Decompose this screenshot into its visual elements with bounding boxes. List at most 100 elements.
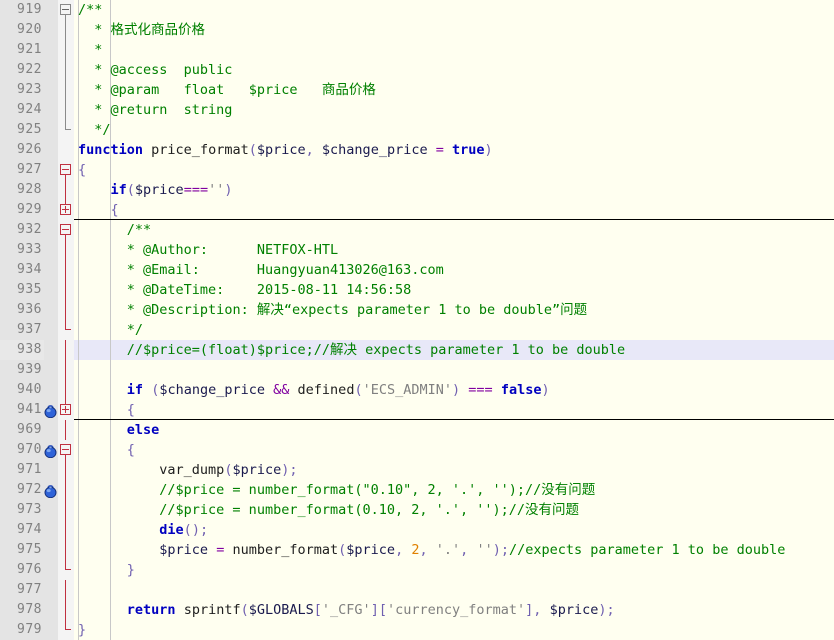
fold-gutter[interactable] <box>58 440 74 460</box>
fold-gutter[interactable] <box>58 380 74 400</box>
code-line[interactable]: 921 * <box>0 40 834 60</box>
code-line[interactable]: 937 */ <box>0 320 834 340</box>
code-text[interactable]: { <box>74 400 834 420</box>
fold-gutter[interactable] <box>58 200 74 220</box>
code-text[interactable]: var_dump($price); <box>74 460 834 480</box>
fold-gutter[interactable] <box>58 260 74 280</box>
bookmark-gutter[interactable] <box>44 160 58 180</box>
fold-gutter[interactable] <box>58 100 74 120</box>
code-text[interactable]: } <box>74 560 834 580</box>
bookmark-gutter[interactable] <box>44 260 58 280</box>
bookmark-gutter[interactable] <box>44 60 58 80</box>
code-line[interactable]: 973 //$price = number_format(0.10, 2, '.… <box>0 500 834 520</box>
code-line[interactable]: 979} <box>0 620 834 640</box>
bookmark-gutter[interactable] <box>44 620 58 640</box>
bookmark-gutter[interactable] <box>44 180 58 200</box>
bookmark-gutter[interactable] <box>44 40 58 60</box>
bookmark-gutter[interactable] <box>44 240 58 260</box>
code-line[interactable]: 934 * @Email: Huangyuan413026@163.com <box>0 260 834 280</box>
fold-gutter[interactable] <box>58 580 74 600</box>
fold-minus-icon[interactable] <box>60 444 71 455</box>
code-text[interactable]: { <box>74 440 834 460</box>
code-line[interactable]: 933 * @Author: NETFOX-HTL <box>0 240 834 260</box>
code-line[interactable]: 929 { <box>0 200 834 220</box>
fold-gutter[interactable] <box>58 460 74 480</box>
fold-gutter[interactable] <box>58 400 74 420</box>
fold-gutter[interactable] <box>58 220 74 240</box>
code-line[interactable]: 975 $price = number_format($price, 2, '.… <box>0 540 834 560</box>
code-text[interactable]: */ <box>74 320 834 340</box>
fold-gutter[interactable] <box>58 620 74 640</box>
fold-plus-icon[interactable] <box>60 204 71 215</box>
bookmark-gutter[interactable] <box>44 500 58 520</box>
code-text[interactable]: if($price==='') <box>74 180 834 200</box>
bookmark-gutter[interactable] <box>44 580 58 600</box>
code-text[interactable]: } <box>74 620 834 640</box>
code-editor[interactable]: 919/** 920 * 格式化商品价格 921 * 922 * @access pu… <box>0 0 834 640</box>
code-text[interactable]: * @Author: NETFOX-HTL <box>74 240 834 260</box>
code-line[interactable]: 935 * @DateTime: 2015-08-11 14:56:58 <box>0 280 834 300</box>
code-line[interactable]: 971 var_dump($price); <box>0 460 834 480</box>
bookmark-gutter[interactable] <box>44 200 58 220</box>
code-line[interactable]: 922 * @access public <box>0 60 834 80</box>
code-text[interactable]: */ <box>74 120 834 140</box>
bookmark-sphere-icon[interactable] <box>44 443 57 459</box>
fold-gutter[interactable] <box>58 60 74 80</box>
code-line[interactable]: 920 * 格式化商品价格 <box>0 20 834 40</box>
fold-gutter[interactable] <box>58 520 74 540</box>
code-text[interactable] <box>74 580 834 600</box>
bookmark-gutter[interactable] <box>44 600 58 620</box>
fold-gutter[interactable] <box>58 140 74 160</box>
bookmark-gutter[interactable] <box>44 360 58 380</box>
code-text[interactable]: function price_format($price, $change_pr… <box>74 140 834 160</box>
code-line[interactable]: 938 //$price=(float)$price;//解决 expects … <box>0 340 834 360</box>
fold-gutter[interactable] <box>58 600 74 620</box>
code-text[interactable]: { <box>74 160 834 180</box>
code-text[interactable]: * <box>74 40 834 60</box>
fold-minus-icon[interactable] <box>60 164 71 175</box>
fold-gutter[interactable] <box>58 180 74 200</box>
code-line[interactable]: 941 { <box>0 400 834 420</box>
code-text[interactable]: //$price = number_format("0.10", 2, '.',… <box>74 480 834 500</box>
fold-gutter[interactable] <box>58 300 74 320</box>
fold-gutter[interactable] <box>58 540 74 560</box>
bookmark-gutter[interactable] <box>44 0 58 20</box>
fold-gutter[interactable] <box>58 560 74 580</box>
code-line[interactable]: 977 <box>0 580 834 600</box>
bookmark-gutter[interactable] <box>44 140 58 160</box>
bookmark-gutter[interactable] <box>44 540 58 560</box>
fold-gutter[interactable] <box>58 0 74 20</box>
code-line[interactable]: 939 <box>0 360 834 380</box>
code-text[interactable]: * @return string <box>74 100 834 120</box>
bookmark-gutter[interactable] <box>44 480 58 500</box>
code-line[interactable]: 926 function price_format($price, $change… <box>0 140 834 160</box>
code-line[interactable]: 925 */ <box>0 120 834 140</box>
code-text[interactable]: * @Description: 解决“expects parameter 1 t… <box>74 300 834 320</box>
bookmark-gutter[interactable] <box>44 20 58 40</box>
fold-gutter[interactable] <box>58 40 74 60</box>
bookmark-gutter[interactable] <box>44 120 58 140</box>
fold-minus-icon[interactable] <box>60 224 71 235</box>
code-line[interactable]: 927 { <box>0 160 834 180</box>
fold-minus-icon[interactable] <box>60 4 71 15</box>
bookmark-gutter[interactable] <box>44 320 58 340</box>
bookmark-gutter[interactable] <box>44 300 58 320</box>
code-line[interactable]: 976 } <box>0 560 834 580</box>
code-line[interactable]: 936 * @Description: 解决“expects parameter… <box>0 300 834 320</box>
code-text[interactable]: /** <box>74 220 834 240</box>
bookmark-gutter[interactable] <box>44 340 58 360</box>
code-line[interactable]: 940 if ($change_price && defined('ECS_AD… <box>0 380 834 400</box>
code-text[interactable]: else <box>74 420 834 440</box>
code-text[interactable]: if ($change_price && defined('ECS_ADMIN'… <box>74 380 834 400</box>
code-line[interactable]: 969 else <box>0 420 834 440</box>
fold-gutter[interactable] <box>58 340 74 360</box>
fold-gutter[interactable] <box>58 240 74 260</box>
code-text[interactable]: //$price = number_format(0.10, 2, '.', '… <box>74 500 834 520</box>
code-text[interactable]: * @access public <box>74 60 834 80</box>
fold-gutter[interactable] <box>58 160 74 180</box>
bookmark-gutter[interactable] <box>44 100 58 120</box>
code-line[interactable]: 932 /** <box>0 220 834 240</box>
fold-gutter[interactable] <box>58 420 74 440</box>
code-text[interactable]: return sprintf($GLOBALS['_CFG']['currenc… <box>74 600 834 620</box>
fold-gutter[interactable] <box>58 480 74 500</box>
